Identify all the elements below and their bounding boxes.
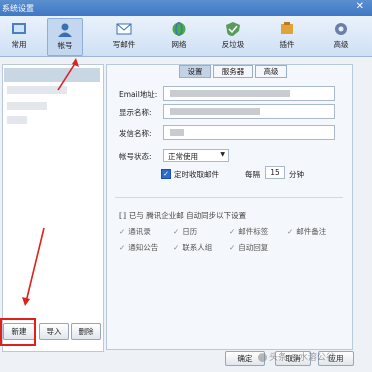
check-icon: ✓: [119, 243, 126, 252]
account-item[interactable]: [7, 102, 47, 110]
status-value: 正常使用: [168, 152, 198, 161]
sync-item: ✓ 日历: [173, 227, 198, 236]
title-bar: 系统设置 ✕: [0, 0, 372, 16]
toolbar-item-common[interactable]: 常用: [2, 18, 36, 54]
account-person-icon: [58, 23, 72, 37]
advanced-icon: [335, 23, 347, 35]
toolbar-item-advanced[interactable]: 高级: [324, 18, 358, 54]
sync-item: ✓ 邮件备注: [287, 227, 327, 236]
sync-item: ✓ 邮件标签: [229, 227, 269, 236]
toolbar: 常用 帐号 写邮件 网络 反垃圾 插件 高级: [0, 16, 372, 57]
toolbar-label: 帐号: [57, 41, 73, 50]
email-label: Email地址:: [119, 90, 158, 99]
close-icon[interactable]: ✕: [356, 1, 364, 12]
tab-server[interactable]: 服务器: [213, 65, 253, 78]
email-field[interactable]: [163, 86, 335, 101]
toolbar-item-antispam[interactable]: 反垃圾: [216, 18, 250, 54]
sync-title-text: 已与 腾讯企业邮 自动同步以下设置: [128, 211, 247, 220]
toolbar-label: 高级: [333, 40, 349, 49]
annotation-highlight-box: [0, 318, 36, 346]
toolbar-item-network[interactable]: 网络: [162, 18, 196, 54]
shield-antispam-icon: [226, 22, 240, 36]
sync-bracket-icon: ⟦⟧: [119, 211, 129, 220]
watermark-logo-icon: [258, 353, 267, 362]
interval-unit-label: 分钟: [289, 170, 304, 179]
compose-icon: [116, 23, 132, 35]
check-icon: ✓: [173, 243, 180, 252]
toolbar-label: 常用: [11, 40, 27, 49]
account-status-select[interactable]: 正常使用 ▼: [163, 149, 229, 162]
gear-icon: [12, 23, 26, 34]
delete-button[interactable]: 删除: [71, 323, 101, 340]
account-list[interactable]: [2, 64, 104, 352]
toolbar-item-compose[interactable]: 写邮件: [107, 18, 141, 54]
auto-receive-checkbox[interactable]: ✓: [161, 169, 171, 179]
toolbar-label: 插件: [279, 40, 295, 49]
window-title: 系统设置: [2, 4, 34, 13]
plugin-icon: [281, 22, 293, 34]
check-icon: ✓: [173, 227, 180, 236]
toolbar-item-plugin[interactable]: 插件: [270, 18, 304, 54]
divider: [115, 197, 343, 198]
check-icon: ✓: [119, 227, 126, 236]
check-icon: ✓: [287, 227, 294, 236]
account-status-label: 帐号状态:: [119, 152, 152, 161]
toolbar-label: 反垃圾: [221, 40, 245, 49]
sync-title: ⟦⟧ 已与 腾讯企业邮 自动同步以下设置: [119, 210, 246, 221]
watermark: 头条 @水溶公谷: [258, 350, 335, 363]
account-item-selected[interactable]: [4, 68, 100, 82]
sender-name-field[interactable]: [163, 125, 335, 140]
tab-settings[interactable]: 设置: [179, 65, 211, 78]
sync-item: ✓ 自动回复: [229, 243, 269, 252]
auto-receive-label: 定时收取邮件: [174, 170, 219, 179]
import-button[interactable]: 导入: [39, 323, 69, 340]
display-name-field[interactable]: [163, 104, 335, 119]
sync-item: ✓ 通知公告: [119, 243, 159, 252]
toolbar-label: 写邮件: [112, 40, 136, 49]
sync-item: ✓ 通讯录: [119, 227, 151, 236]
globe-network-icon: [172, 22, 186, 36]
check-icon: ✓: [229, 227, 236, 236]
tab-advanced[interactable]: 高级: [255, 65, 287, 78]
display-name-label: 显示名称:: [119, 108, 152, 117]
interval-minutes-input[interactable]: 15: [265, 166, 285, 179]
interval-every-label: 每隔: [245, 170, 260, 179]
account-item[interactable]: [7, 116, 27, 124]
check-icon: ✓: [229, 243, 236, 252]
toolbar-label: 网络: [171, 40, 187, 49]
account-item[interactable]: [7, 86, 67, 94]
chevron-down-icon: ▼: [220, 151, 225, 158]
sync-item: ✓ 联系人组: [173, 243, 213, 252]
account-settings-panel: 设置 服务器 高级 Email地址: 显示名称: 发信名称: 帐号状态: 正常使…: [106, 64, 353, 350]
toolbar-item-account[interactable]: 帐号: [47, 18, 83, 56]
sender-name-label: 发信名称:: [119, 129, 152, 138]
